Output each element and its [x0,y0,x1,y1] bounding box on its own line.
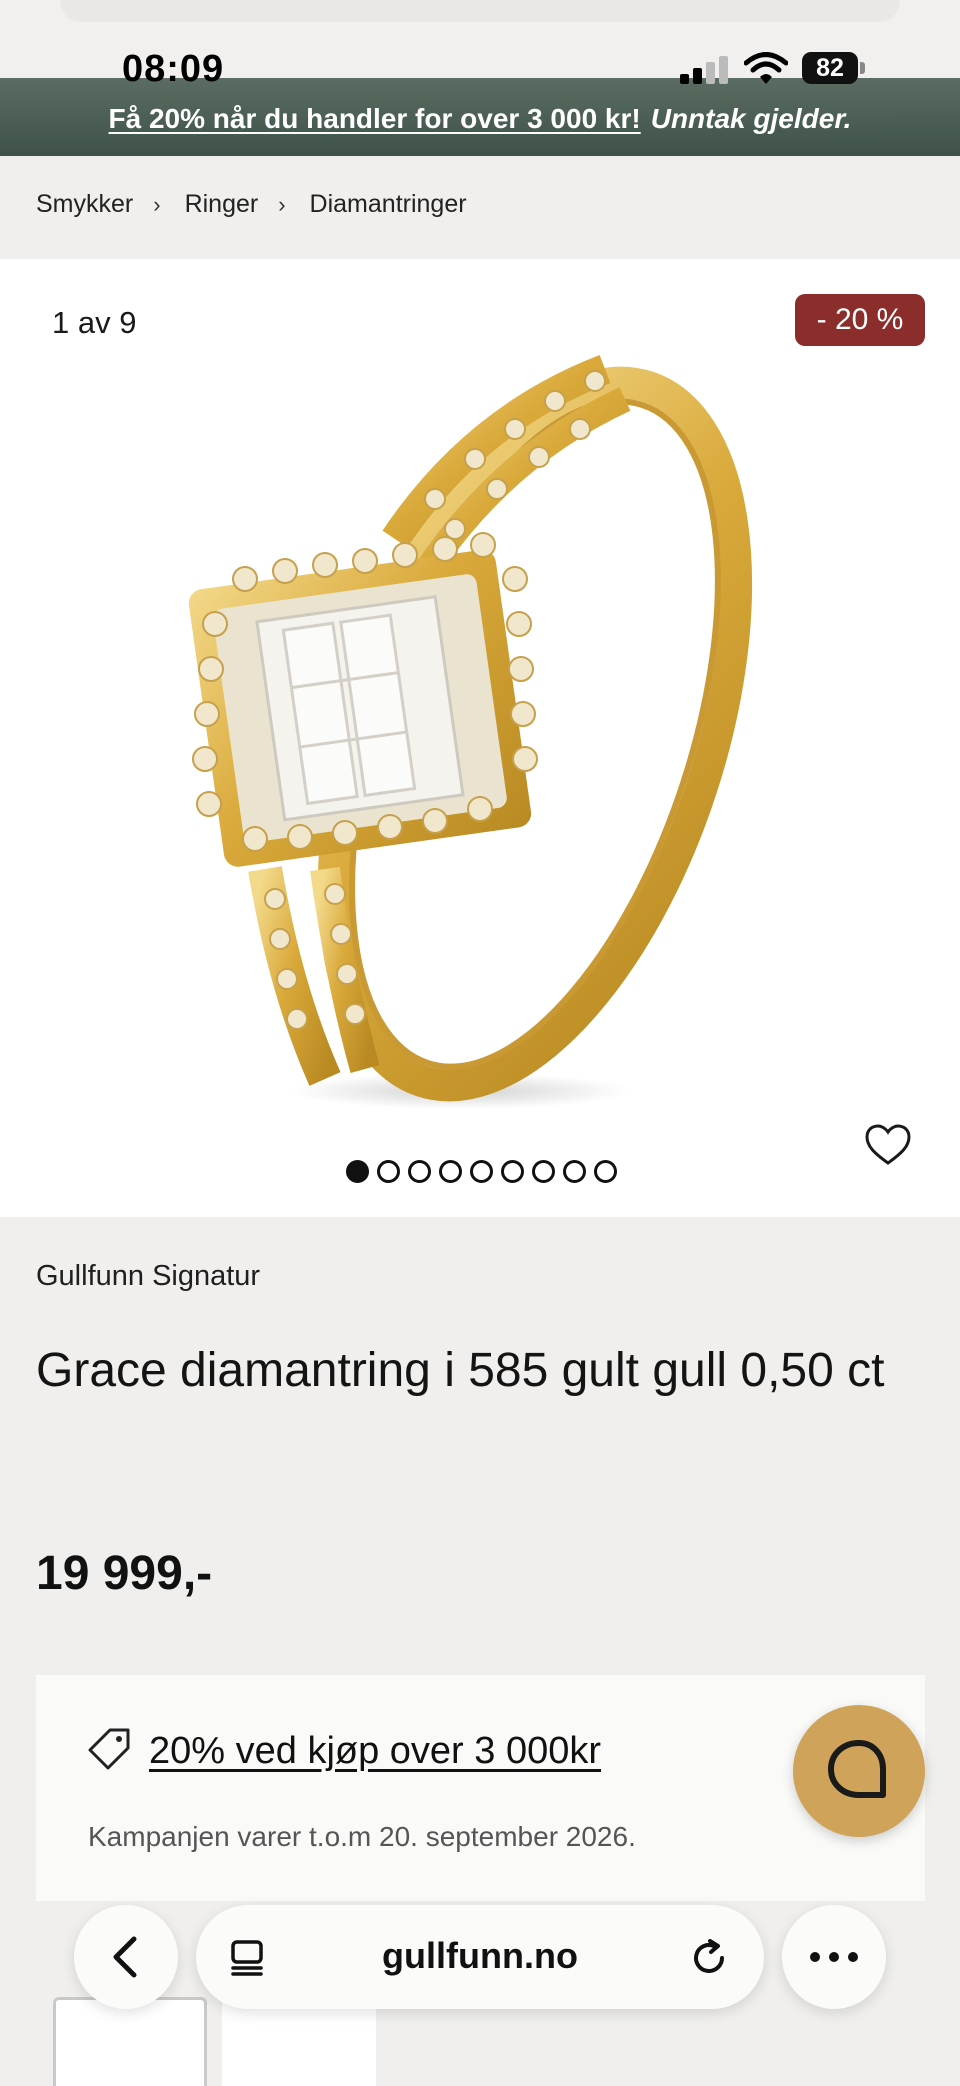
back-button[interactable] [74,1905,178,2009]
browser-toolbar: gullfunn.no [0,1885,960,2025]
breadcrumb: Smykker › Ringer › Diamantringer [36,190,467,219]
product-image[interactable] [175,339,795,1119]
image-pagination[interactable] [346,1160,617,1183]
pagination-dot[interactable] [346,1160,369,1183]
breadcrumb-item-diamantringer[interactable]: Diamantringer [310,190,467,219]
url-text[interactable]: gullfunn.no [196,1935,764,1977]
battery-indicator: 82 [802,52,858,84]
pagination-dot[interactable] [563,1160,586,1183]
promo-link[interactable]: Få 20% når du handler for over 3 000 kr! [109,103,641,135]
product-brand[interactable]: Gullfunn Signatur [36,1260,260,1293]
pagination-dot[interactable] [532,1160,555,1183]
product-gallery[interactable]: 1 av 9 - 20 % [0,259,960,1217]
tag-icon [88,1728,130,1770]
status-bar: 08:09 82 [0,42,960,98]
chevron-left-icon [113,1936,137,1978]
pagination-dot[interactable] [470,1160,493,1183]
address-bar[interactable]: gullfunn.no [196,1905,764,2009]
product-title: Grace diamantring i 585 gult gull 0,50 c… [36,1344,885,1397]
pagination-dot[interactable] [439,1160,462,1183]
chevron-right-icon: › [278,191,286,217]
pagination-dot[interactable] [594,1160,617,1183]
battery-nub [860,62,865,74]
pagination-dot[interactable] [377,1160,400,1183]
breadcrumb-item-ringer[interactable]: Ringer [185,190,259,219]
campaign-offer-link[interactable]: 20% ved kjøp over 3 000kr [149,1730,601,1773]
chat-button[interactable] [793,1705,925,1837]
signal-icon [680,56,730,84]
pagination-dot[interactable] [408,1160,431,1183]
image-counter: 1 av 9 [52,305,137,340]
product-price: 19 999,- [36,1547,213,1600]
more-icon [810,1952,858,1962]
discount-badge: - 20 % [795,294,925,346]
more-button[interactable] [782,1905,886,2009]
top-pill [60,0,900,22]
chevron-right-icon: › [153,191,161,217]
promo-note[interactable]: Unntak gjelder. [651,103,852,135]
campaign-box: 20% ved kjøp over 3 000kr Kampanjen vare… [36,1675,925,1901]
breadcrumb-item-smykker[interactable]: Smykker [36,190,133,219]
chat-icon [828,1740,886,1798]
heart-icon[interactable] [864,1123,912,1167]
status-time: 08:09 [122,48,225,90]
campaign-validity: Kampanjen varer t.o.m 20. september 2026… [88,1821,636,1852]
wifi-icon [744,52,788,84]
reload-icon[interactable] [690,1939,728,1977]
pagination-dot[interactable] [501,1160,524,1183]
